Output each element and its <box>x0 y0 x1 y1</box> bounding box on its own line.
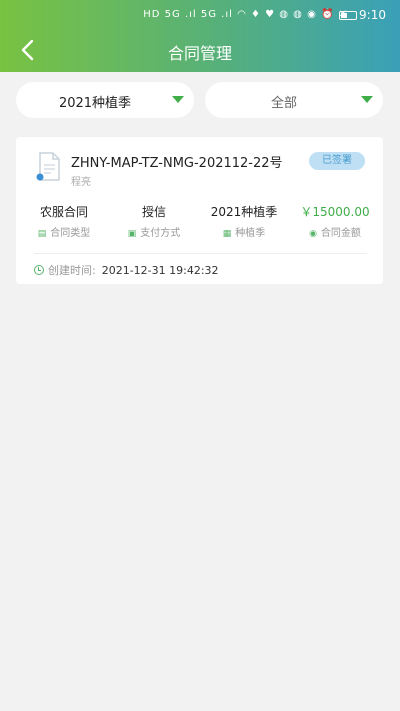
file-icon: ▤ <box>37 229 47 239</box>
amount-value: ￥15000.00 <box>300 205 370 219</box>
filter-bar: 2021种植季 全部 <box>0 72 400 128</box>
created-time-label: 创建时间: <box>48 264 96 277</box>
contract-type-value: 农服合同 <box>39 205 88 219</box>
wallet-icon: ▣ <box>127 229 137 239</box>
nav-bar: 合同管理 <box>0 28 400 72</box>
app-header: HD 5G .ıl 5G .ıl ◠ ♦ ♥ ◍ ◍ ◉ ⏰ ✕ 9:10 合同… <box>0 0 400 72</box>
created-time-value: 2021-12-31 19:42:32 <box>101 264 219 277</box>
amount-label: 合同金额 <box>320 228 361 239</box>
clock-text: 9:10 <box>359 8 386 22</box>
status-filter-dropdown[interactable]: 全部 <box>205 82 383 118</box>
caret-down-icon <box>361 96 373 103</box>
signer-name: 程亮 <box>71 177 91 188</box>
contract-type-label: 合同类型 <box>50 228 91 239</box>
season-value: 2021种植季 <box>210 205 278 219</box>
amount-field: ￥15000.00 ◉ 合同金额 <box>290 203 380 239</box>
contract-number: ZHNY-MAP-TZ-NMG-202112-22号 <box>71 156 283 171</box>
created-time-row: 创建时间: 2021-12-31 19:42:32 <box>34 262 219 278</box>
calendar-icon: ▦ <box>222 229 232 239</box>
season-filter-label: 2021种植季 <box>58 96 132 111</box>
payment-method-label: 支付方式 <box>140 228 181 239</box>
contract-card[interactable]: ZHNY-MAP-TZ-NMG-202112-22号 程亮 已签署 农服合同 ▤… <box>16 137 383 284</box>
coin-icon: ◉ <box>309 229 317 239</box>
status-filter-label: 全部 <box>270 96 297 111</box>
page-title: 合同管理 <box>167 44 232 63</box>
payment-method-value: 授信 <box>141 205 166 219</box>
status-icons: HD 5G .ıl 5G .ıl ◠ ♦ ♥ ◍ ◍ ◉ ⏰ ✕ <box>143 9 348 20</box>
status-bar: HD 5G .ıl 5G .ıl ◠ ♦ ♥ ◍ ◍ ◉ ⏰ ✕ 9:10 <box>0 0 400 28</box>
battery-icon <box>339 11 358 20</box>
status-badge: 已签署 <box>309 152 365 170</box>
status-time: 9:10 <box>339 8 386 22</box>
season-label: 种植季 <box>235 228 266 239</box>
payment-method-field: 授信 ▣ 支付方式 <box>109 203 199 239</box>
season-filter-dropdown[interactable]: 2021种植季 <box>16 82 194 118</box>
clock-icon <box>34 265 44 275</box>
season-field: 2021种植季 ▦ 种植季 <box>199 203 289 239</box>
contract-type-field: 农服合同 ▤ 合同类型 <box>19 203 109 239</box>
divider <box>34 253 367 254</box>
caret-down-icon <box>172 96 184 103</box>
document-icon <box>36 152 60 181</box>
